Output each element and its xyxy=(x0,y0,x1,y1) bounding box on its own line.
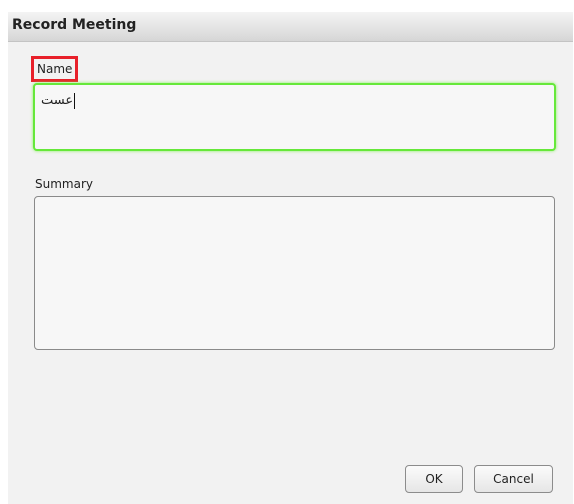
name-label: Name xyxy=(31,56,79,82)
summary-label: Summary xyxy=(35,177,93,191)
name-input-value: عست xyxy=(41,93,76,109)
name-input[interactable]: عست xyxy=(33,83,556,151)
dialog-titlebar[interactable]: Record Meeting xyxy=(8,12,573,42)
dialog-title: Record Meeting xyxy=(12,17,137,33)
summary-input[interactable] xyxy=(34,196,555,350)
cancel-button[interactable]: Cancel xyxy=(474,465,553,493)
record-meeting-dialog: Record Meeting Name عست Summary OK Cance… xyxy=(8,12,573,504)
ok-button[interactable]: OK xyxy=(405,465,463,493)
